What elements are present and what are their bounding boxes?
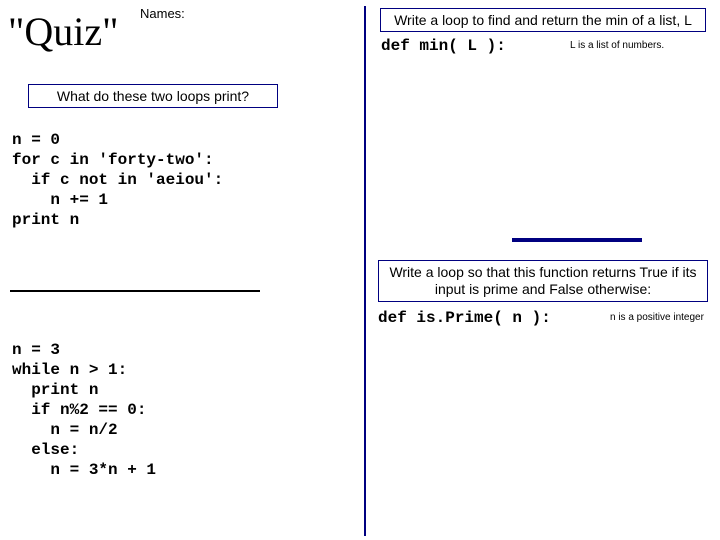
horizontal-divider-right bbox=[512, 238, 642, 242]
question-2-box: Write a loop to find and return the min … bbox=[380, 8, 706, 32]
hint-min: L is a list of numbers. bbox=[570, 40, 664, 51]
vertical-divider bbox=[364, 6, 366, 536]
question-1-box: What do these two loops print? bbox=[28, 84, 278, 108]
names-label: Names: bbox=[140, 6, 185, 21]
def-prime-signature: def is.Prime( n ): bbox=[378, 308, 551, 328]
quiz-title: "Quiz" bbox=[8, 8, 118, 55]
horizontal-divider-left bbox=[10, 290, 260, 292]
question-3-box: Write a loop so that this function retur… bbox=[378, 260, 708, 302]
code-block-1: n = 0 for c in 'forty-two': if c not in … bbox=[12, 130, 223, 230]
def-min-signature: def min( L ): bbox=[381, 36, 506, 56]
code-block-2: n = 3 while n > 1: print n if n%2 == 0: … bbox=[12, 340, 156, 480]
hint-prime: n is a positive integer bbox=[610, 312, 704, 323]
